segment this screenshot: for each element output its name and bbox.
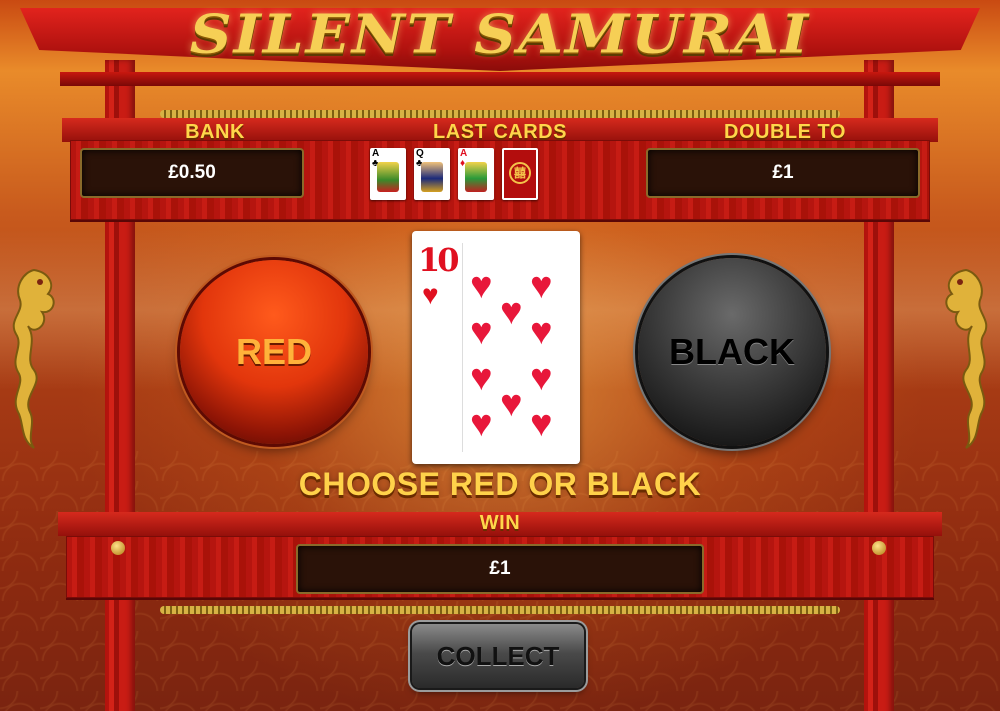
heart-pip-icon: ♥ (530, 311, 553, 353)
heart-pip-icon: ♥ (470, 357, 493, 399)
current-card: 10 ♥ ♥ ♥ ♥ ♥ ♥ ♥ ♥ ♥ ♥ ♥ (412, 231, 580, 464)
last-card-2: Q ♣ (414, 148, 450, 200)
red-button[interactable]: RED (180, 260, 368, 444)
last-card-4-back: 囍 (502, 148, 538, 200)
last-card-3-face (465, 162, 487, 192)
win-label: WIN (479, 512, 521, 534)
last-card-3: A ♦ (458, 148, 494, 200)
rope-decoration-top (160, 110, 840, 118)
bank-label: BANK (185, 121, 245, 143)
game-stage: SILENT SAMURAI BANK £0.50 LAST CARDS A ♣ … (0, 0, 1000, 711)
double-to-label: DOUBLE TO (724, 121, 846, 143)
double-to-value: £1 (646, 148, 920, 198)
choose-prompt: CHOOSE RED OR BLACK (298, 466, 702, 502)
rope-decoration-bottom (160, 606, 840, 614)
card-back-emblem-icon: 囍 (509, 162, 531, 184)
last-cards-label: LAST CARDS (433, 121, 567, 143)
black-button[interactable]: BLACK (638, 258, 826, 446)
heart-pip-icon: ♥ (530, 357, 553, 399)
heart-pip-icon: ♥ (470, 311, 493, 353)
collect-button[interactable]: COLLECT (412, 624, 584, 688)
gate-beam (60, 72, 940, 86)
last-card-2-face (421, 162, 443, 192)
last-card-1: A ♣ (370, 148, 406, 200)
heart-pip-icon: ♥ (470, 403, 493, 445)
gold-dragon-left-icon (12, 268, 55, 449)
heart-pip-icon: ♥ (500, 383, 523, 425)
gold-stud-right (872, 541, 886, 555)
card-divider (462, 243, 463, 452)
heart-pip-icon: ♥ (500, 291, 523, 333)
gold-dragon-right-icon (945, 268, 988, 449)
heart-pip-icon: ♥ (530, 265, 553, 307)
heart-pip-icon: ♥ (530, 403, 553, 445)
win-value: £1 (296, 544, 704, 594)
game-title: SILENT SAMURAI (189, 2, 811, 66)
gold-stud-left (111, 541, 125, 555)
current-card-suit: ♥ (422, 279, 439, 310)
last-card-1-face (377, 162, 399, 192)
heart-pip-icon: ♥ (470, 265, 493, 307)
current-card-rank: 10 (418, 241, 459, 279)
bank-value: £0.50 (80, 148, 304, 198)
